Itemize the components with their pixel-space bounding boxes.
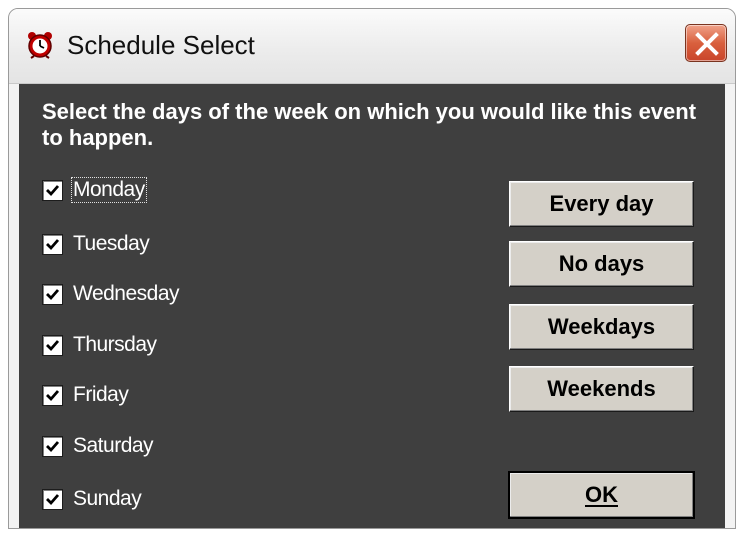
thursday-checkbox[interactable]: Thursday: [42, 330, 158, 360]
dialog-body: Select the days of the week on which you…: [19, 84, 725, 528]
checkbox-box[interactable]: [42, 233, 63, 255]
alarm-clock-icon: [28, 32, 52, 59]
no-days-button[interactable]: No days: [509, 241, 694, 287]
checkmark-icon: [46, 288, 60, 300]
checkbox-box[interactable]: [42, 283, 63, 305]
checkbox-box[interactable]: [42, 488, 63, 510]
day-label: Wednesday: [73, 282, 180, 305]
checkmark-icon: [46, 238, 60, 250]
close-icon: [695, 32, 719, 56]
title-bar[interactable]: Schedule Select: [9, 9, 735, 84]
instructions-text: Select the days of the week on which you…: [42, 99, 697, 150]
day-label: Saturday: [73, 434, 154, 457]
checkmark-icon: [46, 184, 60, 196]
weekdays-button[interactable]: Weekdays: [509, 304, 694, 350]
every-day-button[interactable]: Every day: [509, 181, 694, 227]
checkbox-box[interactable]: [42, 179, 63, 201]
day-label: Monday: [71, 177, 147, 203]
wednesday-checkbox[interactable]: Wednesday: [42, 279, 180, 309]
close-button[interactable]: [685, 24, 727, 62]
checkbox-box[interactable]: [42, 384, 63, 406]
saturday-checkbox[interactable]: Saturday: [42, 431, 154, 461]
schedule-select-dialog: Schedule Select Select the days of the w…: [8, 8, 736, 529]
day-label: Friday: [73, 383, 129, 406]
ok-button[interactable]: OK: [508, 471, 695, 519]
day-label: Sunday: [73, 487, 142, 510]
day-label: Thursday: [73, 333, 157, 356]
tuesday-checkbox[interactable]: Tuesday: [42, 229, 150, 259]
day-label: Tuesday: [73, 232, 150, 255]
checkmark-icon: [46, 339, 60, 351]
checkmark-icon: [46, 440, 60, 452]
checkmark-icon: [46, 493, 60, 505]
monday-checkbox[interactable]: Monday: [42, 175, 147, 205]
weekends-button[interactable]: Weekends: [509, 366, 694, 412]
checkbox-box[interactable]: [42, 435, 63, 457]
ok-button-label: OK: [585, 482, 618, 507]
checkbox-box[interactable]: [42, 334, 63, 356]
window-title: Schedule Select: [67, 30, 255, 60]
checkmark-icon: [46, 389, 60, 401]
sunday-checkbox[interactable]: Sunday: [42, 484, 142, 514]
friday-checkbox[interactable]: Friday: [42, 380, 129, 410]
